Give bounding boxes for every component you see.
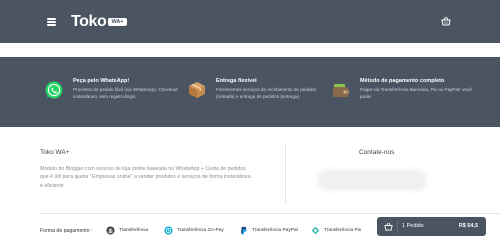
- package-icon: [189, 82, 205, 98]
- order-summary-button[interactable]: 1 Pedido R$ 54,5: [377, 217, 486, 236]
- order-total: R$ 54,5: [458, 223, 478, 229]
- features-section: Peça pelo WhatsApp! Processo de pedido f…: [0, 57, 500, 127]
- footer-contact-title: Contate-nos: [359, 149, 395, 156]
- hamburger-menu-icon[interactable]: [47, 17, 56, 26]
- order-count: 1 Pedido: [402, 223, 424, 229]
- basket-icon: [384, 222, 393, 231]
- feature-description: Pagar via Transferência Bancária, Pix ou…: [360, 87, 472, 99]
- feature-title: Peça pelo WhatsApp!: [73, 78, 130, 84]
- feature-description: Processo de pedido fácil (via WhatsApp).…: [73, 87, 178, 99]
- paypal-icon: [240, 226, 247, 234]
- footer-divider: [285, 143, 286, 203]
- footer-about-title: Toko WA+: [40, 149, 70, 156]
- payment-methods-label: Forma de pagamento :: [40, 228, 93, 234]
- payment-option-label: Transferência Pix: [324, 227, 362, 233]
- logo-badge: WA+: [108, 18, 127, 26]
- payment-option-label: Transferência Go-Pay: [177, 227, 224, 233]
- contact-details-blurred: [318, 169, 426, 191]
- feature-title: Método de pagamento completo: [360, 78, 445, 84]
- feature-title: Entrega flexível: [216, 78, 257, 84]
- payment-option: Transferência PayPal: [239, 224, 298, 236]
- basket-icon[interactable]: [441, 16, 451, 26]
- wallet-icon: [333, 84, 349, 97]
- feature-description: Fornecemos serviços de recebimento de pe…: [216, 87, 317, 99]
- content-strip: [0, 43, 500, 57]
- footer-separator: [40, 213, 500, 214]
- payment-option: Transferência Go-Pay: [164, 224, 224, 236]
- pix-icon: [311, 226, 320, 234]
- logo-text: Toko: [71, 13, 107, 30]
- bank-icon: [106, 225, 115, 235]
- gopay-icon: [164, 225, 173, 235]
- payment-option: Transferência Pix: [311, 224, 361, 236]
- site-logo[interactable]: Toko WA+: [71, 12, 127, 32]
- footer-about-text: Modelo do Blogger com recurso de loja on…: [40, 166, 251, 189]
- top-navbar: Toko WA+: [0, 0, 500, 43]
- page: Toko WA+ Peça pelo WhatsApp! Processo de…: [0, 0, 500, 246]
- whatsapp-icon: [45, 81, 63, 99]
- payment-option-label: Transferência: [119, 227, 149, 233]
- payment-option: Transferência: [106, 224, 148, 236]
- payment-option-label: Transferência PayPal: [252, 227, 298, 233]
- order-separator: [397, 220, 398, 233]
